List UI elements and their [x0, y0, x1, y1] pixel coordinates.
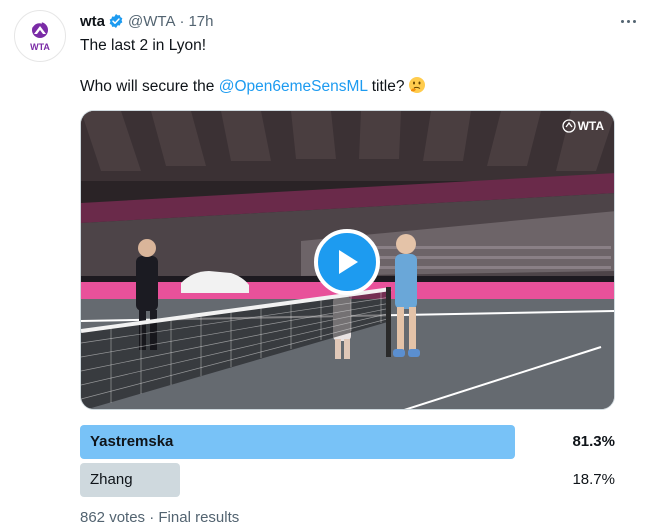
poll-option-label: Yastremska	[90, 433, 174, 450]
verified-badge-icon	[108, 13, 124, 29]
poll-option-percent: 18.7%	[572, 471, 615, 488]
wta-watermark: WTA	[561, 119, 604, 133]
tweet-header: wta @WTA · 17h	[80, 10, 214, 32]
poll-vote-count: 862 votes	[80, 509, 146, 526]
poll-footer: 862 votes · Final results	[80, 509, 239, 526]
watermark-text: WTA	[577, 119, 604, 133]
poll-status: Final results	[158, 509, 240, 526]
author-handle[interactable]: @WTA	[128, 13, 175, 30]
tweet-timestamp[interactable]: 17h	[188, 13, 213, 30]
more-options-icon[interactable]	[616, 12, 640, 30]
poll-option-zhang: Zhang 18.7%	[80, 463, 615, 497]
tweet-text-prefix: Who will secure the	[80, 78, 219, 95]
svg-text:WTA: WTA	[30, 42, 50, 52]
poll-option-yastremska: Yastremska 81.3%	[80, 425, 615, 459]
poll-option-label: Zhang	[90, 471, 133, 488]
video-player[interactable]: WTA	[80, 110, 615, 410]
poll-footer-separator: ·	[149, 509, 155, 526]
mention-link[interactable]: @Open6emeSensML	[219, 78, 368, 95]
tweet-text-line-1: The last 2 in Lyon!	[80, 37, 207, 54]
poll-option-percent: 81.3%	[572, 433, 615, 450]
tweet-text-suffix: title?	[367, 78, 405, 95]
avatar[interactable]: WTA	[14, 10, 66, 62]
tweet-text-line-2: Who will secure the @Open6emeSensML titl…	[80, 76, 426, 97]
author-name[interactable]: wta	[80, 13, 105, 30]
play-icon	[339, 250, 358, 274]
wta-watermark-icon	[561, 119, 576, 133]
thinking-face-icon	[409, 77, 426, 93]
header-separator: ·	[179, 12, 185, 30]
play-button[interactable]	[314, 229, 380, 295]
tweet: WTA wta @WTA · 17h The last 2 in Lyon! W…	[0, 0, 660, 532]
wta-logo-icon: WTA	[30, 21, 50, 52]
